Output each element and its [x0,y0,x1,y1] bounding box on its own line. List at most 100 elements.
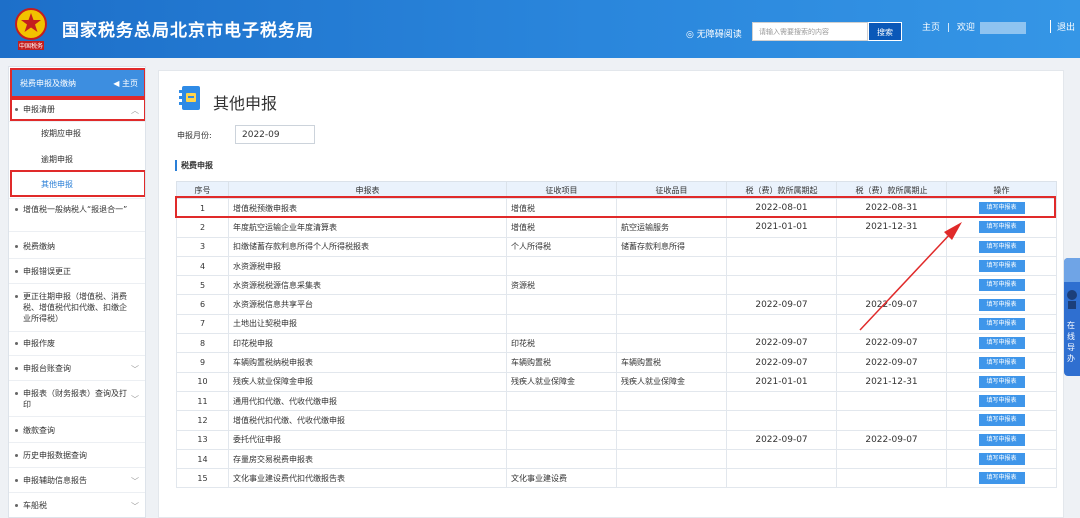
table-row: 3 扣缴储蓄存款利息所得个人所得税报表 个人所得税 储蓄存款利息所得 填写申报表 [176,236,1057,257]
fill-form-button[interactable]: 填写申报表 [978,395,1025,408]
sidebar-item-report-query[interactable]: 申报表（财务报表）查询及打印 ﹀ [9,388,145,410]
divider [9,121,145,122]
home-link[interactable]: 主页 [922,20,940,33]
fill-form-button[interactable]: 填写申报表 [978,356,1025,369]
action-cell: 填写申报表 [946,390,1057,412]
action-cell: 填写申报表 [946,371,1057,392]
collection-subitem-cell [616,468,727,489]
fill-form-button[interactable]: 填写申报表 [978,317,1025,330]
fill-form-button[interactable]: 填写申报表 [978,221,1025,234]
highlight-box-other [10,170,145,197]
table-row: 6 水资源税信息共享平台 2022-09-07 2022-09-07 填写申报表 [176,294,1057,315]
sidebar-item-payment[interactable]: 税费缴纳 [9,241,145,252]
period-start-cell: 2022-09-07 [726,352,837,373]
action-cell: 填写申报表 [946,352,1057,373]
period-end-cell [836,410,947,431]
table-row: 11 通用代扣代缴、代收代缴申报 填写申报表 [176,390,1057,412]
collection-subitem-cell: 航空运输服务 [616,217,727,238]
sidebar-item-label: 车船税 [23,501,47,510]
collection-item-cell: 文化事业建设费 [506,468,617,489]
sidebar-item-vehicle-tax[interactable]: 车船税 ﹀ [9,500,145,511]
form-name-cell: 印花税申报 [228,333,507,354]
sidebar-item-label: 历史申报数据查询 [23,451,87,460]
row-number-cell: 4 [176,255,229,277]
welcome-label: 欢迎 [956,23,975,33]
period-start-cell [726,255,837,277]
table-row: 2 年度航空运输企业年度清算表 增值税 航空运输服务 2021-01-01 2021-12… [176,217,1057,238]
sidebar-item-payment-query[interactable]: 缴款查询 [9,425,145,436]
fill-form-button[interactable]: 填写申报表 [978,433,1025,446]
period-start-cell [726,448,837,470]
top-links: 主页 | 欢迎 [922,20,1026,34]
form-name-cell: 残疾人就业保障金申报 [228,371,507,392]
table-row: 15 文化事业建设费代扣代缴报告表 文化事业建设费 填写申报表 [176,468,1057,489]
period-end-cell [836,390,947,412]
online-guide-panel[interactable]: 在线导办 [1064,258,1080,376]
period-start-cell [726,236,837,257]
form-name-cell: 年度航空运输企业年度清算表 [228,217,507,238]
collection-subitem-cell [616,410,727,431]
divider [9,467,145,468]
sidebar-item-void[interactable]: 申报作废 [9,338,145,349]
row-number-cell: 13 [176,429,229,450]
action-cell: 填写申报表 [946,217,1057,238]
collection-item-cell: 车辆购置税 [506,352,617,373]
fill-form-button[interactable]: 填写申报表 [978,240,1025,253]
form-name-cell: 土地出让契税申报 [228,313,507,335]
fill-form-button[interactable]: 填写申报表 [978,472,1025,485]
chevron-down-icon: ﹀ [131,395,139,404]
table-row: 12 增值税代扣代缴、代收代缴申报 填写申报表 [176,410,1057,431]
collection-item-cell: 个人所得税 [506,236,617,257]
period-end-cell [836,255,947,277]
sidebar-item-vat-refund[interactable]: 增值税一般纳税人“报退合一” [9,204,145,215]
action-cell: 填写申报表 [946,468,1057,489]
fill-form-button[interactable]: 填写申报表 [978,298,1025,311]
row-number-cell: 11 [176,390,229,412]
table-row: 7 土地出让契税申报 填写申报表 [176,313,1057,335]
highlight-box-declaration-list [10,98,145,121]
action-cell: 填写申报表 [946,429,1057,450]
collection-item-cell [506,448,617,470]
month-field[interactable]: 2022-09 [235,125,315,144]
collection-subitem-cell [616,390,727,412]
sidebar-item-ledger-query[interactable]: 申报台账查询 ﹀ [9,363,145,374]
sidebar-item-aux-report[interactable]: 申报辅助信息报告 ﹀ [9,475,145,486]
period-end-cell: 2021-12-31 [836,217,947,238]
fill-form-button[interactable]: 填写申报表 [978,279,1025,292]
divider [9,198,145,199]
section-title: 税费申报 [175,160,213,171]
sidebar-item-correction[interactable]: 申报错误更正 [9,266,145,277]
period-end-cell: 2022-09-07 [836,429,947,450]
collection-item-cell [506,429,617,450]
action-cell: 填写申报表 [946,255,1057,277]
bullet-icon [15,429,18,432]
row-number-cell: 7 [176,313,229,335]
row-number-cell: 14 [176,448,229,470]
fill-form-button[interactable]: 填写申报表 [978,453,1025,465]
fill-form-button[interactable]: 填写申报表 [978,260,1025,273]
accessibility-link[interactable]: ◎ 无障碍阅读 [686,27,742,40]
search-input[interactable]: 请输入需要搜索的内容 [752,22,868,41]
chevron-down-icon: ﹀ [131,365,139,374]
search-button[interactable]: 搜索 [868,22,902,41]
period-start-cell: 2021-01-01 [726,217,837,238]
period-start-cell: 2022-09-07 [726,333,837,354]
fill-form-button[interactable]: 填写申报表 [978,414,1025,427]
table-row: 5 水资源税税源信息采集表 资源税 填写申报表 [176,275,1057,296]
fill-form-button[interactable]: 填写申报表 [978,337,1025,350]
logout-link[interactable]: 退出 [1050,20,1075,33]
period-start-cell [726,468,837,489]
period-start-cell [726,410,837,431]
form-name-cell: 文化事业建设费代扣代缴报告表 [228,468,507,489]
sidebar-item-past-correction[interactable]: 更正往期申报（增值税、消费税、增值税代扣代缴、扣缴企业所得税） [9,291,145,324]
period-end-cell: 2021-12-31 [836,371,947,392]
sidebar-item-history[interactable]: 历史申报数据查询 [9,450,145,461]
sidebar-subitem-periodic[interactable]: 按期应申报 [9,128,145,139]
sidebar-subitem-overdue[interactable]: 逾期申报 [9,154,145,165]
page-title: 其他申报 [213,94,278,113]
collection-subitem-cell: 残疾人就业保障金 [616,371,727,392]
fill-form-button[interactable]: 填写申报表 [978,375,1025,388]
collection-item-cell [506,410,617,431]
period-end-cell: 2022-09-07 [836,352,947,373]
sidebar-item-label: 申报错误更正 [23,267,71,276]
